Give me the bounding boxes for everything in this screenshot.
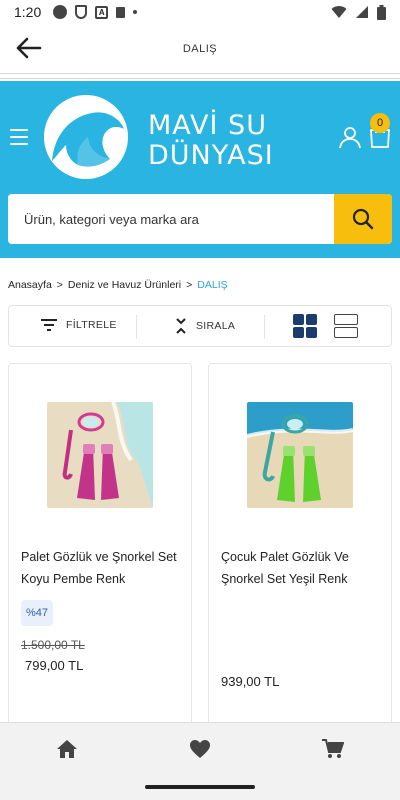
home-icon[interactable] xyxy=(56,739,78,759)
arrow-left-icon[interactable] xyxy=(14,36,42,60)
search-icon xyxy=(352,208,374,230)
list-view-icon[interactable] xyxy=(334,314,358,338)
sort-icon xyxy=(176,318,186,334)
divider xyxy=(0,78,400,79)
brand-name: MAVİ SU DÜNYASI xyxy=(148,111,274,171)
wifi-icon xyxy=(331,6,347,19)
breadcrumb-separator: > xyxy=(186,279,193,291)
shield-icon xyxy=(75,5,88,19)
status-bar: 1:20 A xyxy=(0,0,400,24)
user-icon[interactable] xyxy=(338,125,362,149)
product-card[interactable]: Çocuk Palet Gözlük Ve Şnorkel Set Yeşil … xyxy=(208,363,392,743)
store-header: MAVİ SU DÜNYASI 0 xyxy=(0,81,400,258)
breadcrumb: Anasayfa > Deniz ve Havuz Ürünleri > DAL… xyxy=(8,279,228,291)
heart-icon[interactable] xyxy=(189,739,211,759)
breadcrumb-home[interactable]: Anasayfa xyxy=(8,279,52,291)
sort-label: SIRALA xyxy=(196,320,236,332)
old-price: 1.500,00 TL xyxy=(21,638,85,652)
logo[interactable] xyxy=(44,95,128,179)
dot-icon xyxy=(133,10,138,14)
price: 939,00 TL xyxy=(221,674,280,689)
product-title[interactable]: Palet Gözlük ve Şnorkel Set Koyu Pembe R… xyxy=(21,546,185,590)
circle-icon xyxy=(53,5,68,19)
product-card[interactable]: Palet Gözlük ve Şnorkel Set Koyu Pembe R… xyxy=(8,363,192,743)
a-icon: A xyxy=(95,5,109,19)
filter-label: FİLTRELE xyxy=(66,319,117,331)
cart-count-badge: 0 xyxy=(370,113,390,133)
product-image[interactable] xyxy=(47,402,153,508)
divider xyxy=(264,315,265,339)
cart-icon[interactable] xyxy=(322,739,344,759)
product-title[interactable]: Çocuk Palet Gözlük Ve Şnorkel Set Yeşil … xyxy=(221,546,385,590)
status-time: 1:20 xyxy=(14,4,42,20)
divider xyxy=(136,315,137,339)
product-photo-icon xyxy=(47,402,153,508)
sort-button[interactable]: SIRALA xyxy=(175,318,235,334)
home-gesture-bar[interactable] xyxy=(145,785,255,789)
hamburger-icon[interactable] xyxy=(10,128,28,146)
breadcrumb-current: DALIŞ xyxy=(197,279,228,291)
sim-icon xyxy=(116,6,126,18)
bottom-tab-bar xyxy=(0,722,400,774)
breadcrumb-category[interactable]: Deniz ve Havuz Ürünleri xyxy=(68,279,181,291)
breadcrumb-separator: > xyxy=(56,279,63,291)
product-image[interactable] xyxy=(247,402,353,508)
price: 799,00 TL xyxy=(25,658,84,673)
signal-icon xyxy=(356,6,368,18)
filter-sort-bar: FİLTRELE SIRALA xyxy=(8,305,392,347)
filter-button[interactable]: FİLTRELE xyxy=(41,319,117,331)
discount-badge: %47 xyxy=(21,600,53,626)
product-photo-icon xyxy=(247,402,353,508)
filter-icon xyxy=(41,319,57,331)
search-input[interactable] xyxy=(8,194,334,244)
brand-line2: DÜNYASI xyxy=(148,140,274,171)
page-title: DALIŞ xyxy=(182,42,218,55)
battery-icon xyxy=(377,4,386,20)
grid-view-icon[interactable] xyxy=(293,314,317,338)
search-button[interactable] xyxy=(334,194,392,244)
brand-line1: MAVİ SU xyxy=(148,110,267,141)
top-nav: DALIŞ xyxy=(0,24,400,74)
search-box xyxy=(8,194,392,244)
wave-logo-icon xyxy=(44,95,128,179)
